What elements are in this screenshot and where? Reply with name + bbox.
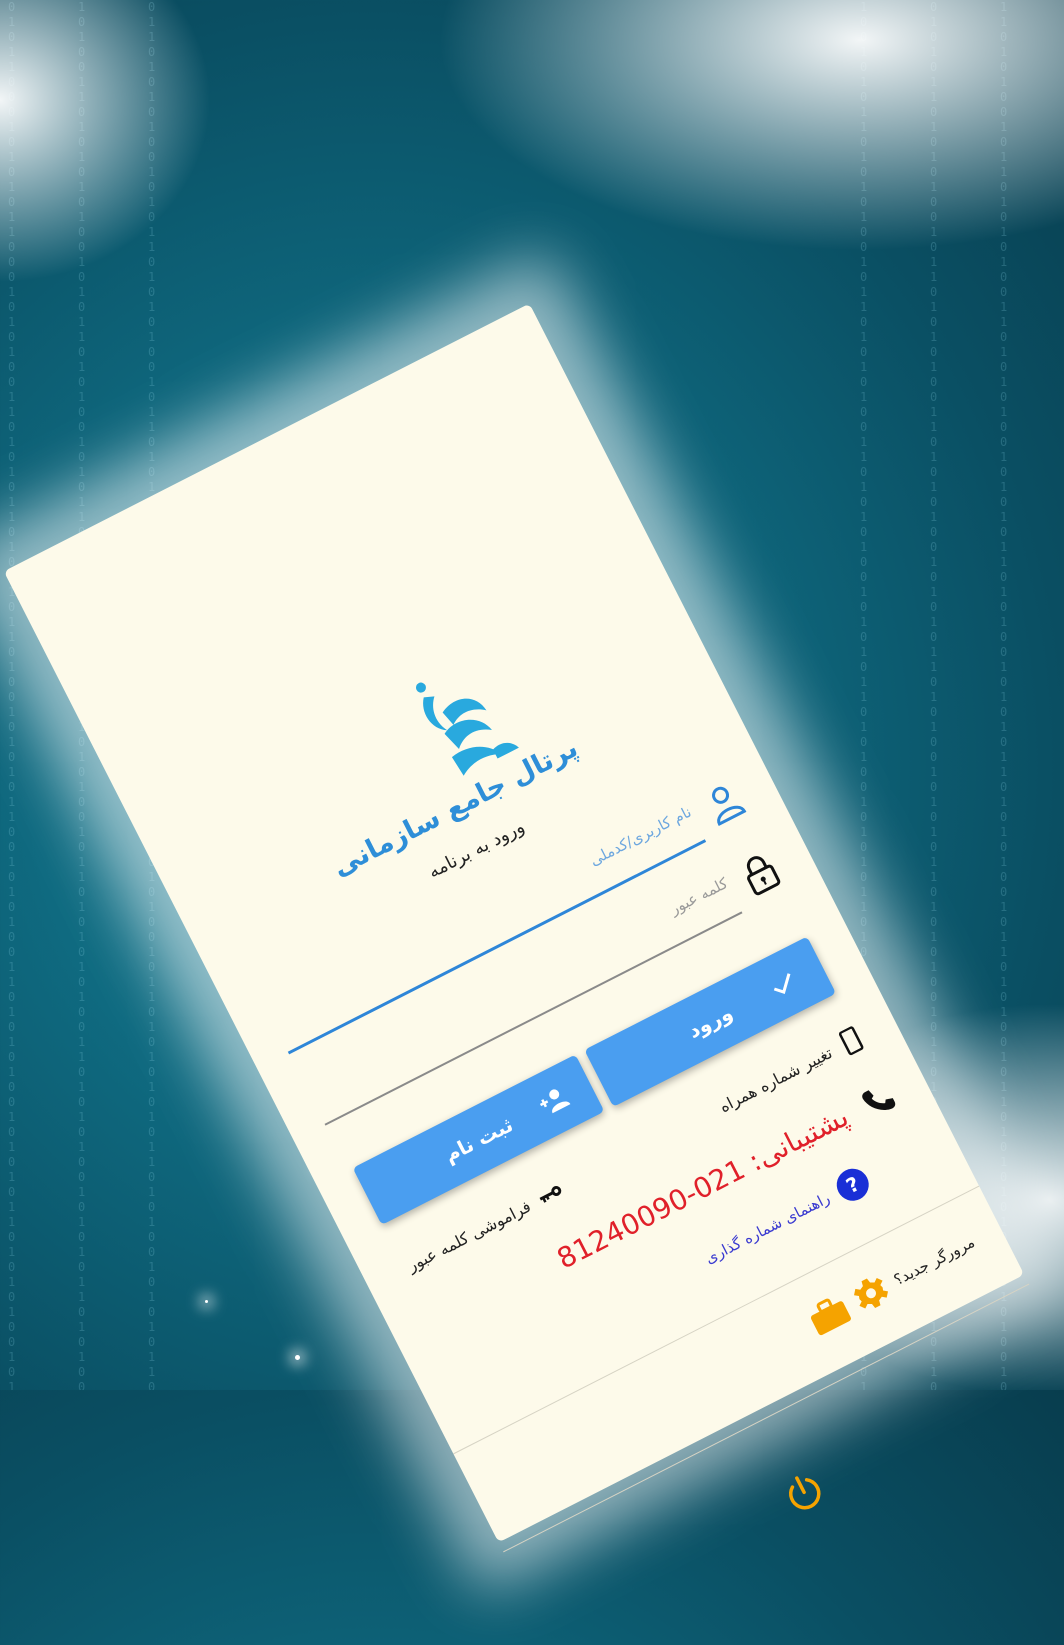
binary-rain: 0101100010101011000101010011010101101001…: [8, 0, 16, 1390]
help-icon: ?: [836, 1168, 869, 1201]
password-label: کلمه عبور: [667, 874, 731, 919]
sparkle: [295, 1355, 300, 1360]
check-icon: [773, 973, 791, 994]
divider: [453, 1185, 980, 1455]
forgot-password-label: فراموشی کلمه عبور: [404, 1196, 534, 1275]
power-icon[interactable]: [778, 1466, 832, 1520]
binary-rain: 1101010010110101010011010101001010101101…: [1000, 0, 1008, 1390]
user-icon: [712, 786, 747, 826]
phone-icon: [862, 1090, 896, 1110]
gear-icon[interactable]: [848, 1270, 894, 1316]
change-phone-label: تغییر شماره همراه: [716, 1042, 836, 1116]
numbering-guide-label: راهنمای شماره گذاری: [702, 1188, 833, 1268]
login-button-label: ورود: [683, 1000, 737, 1043]
briefcase-icon[interactable]: [803, 1290, 854, 1338]
new-browser-label[interactable]: مرورگر جدید؟: [891, 1233, 978, 1289]
divider: [503, 1283, 1030, 1553]
key-icon: [539, 1186, 562, 1203]
username-label: نام کاربری/کدملی: [586, 802, 695, 870]
sparkle: [205, 1300, 208, 1303]
add-user-icon: [539, 1089, 571, 1114]
lock-icon: [746, 856, 781, 896]
mobile-icon: [838, 1026, 864, 1056]
signup-button-label: ثبت نام: [440, 1112, 517, 1168]
support-label: پشتیبانی:: [743, 1099, 854, 1178]
